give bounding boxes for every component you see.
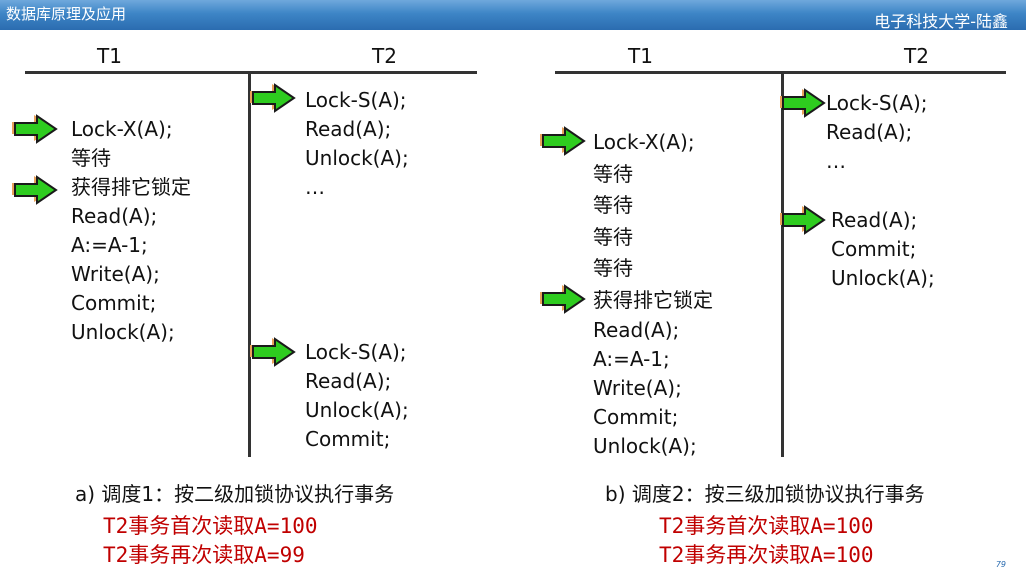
right-caption: b) 调度2：按三级加锁协议执行事务 bbox=[605, 482, 925, 506]
left-results: T2事务首次读取A=100 T2事务再次读取A=99 bbox=[103, 512, 318, 570]
code-line: Write(A); bbox=[593, 376, 682, 400]
code-line: Read(A); bbox=[305, 117, 392, 141]
code-line: 获得排它锁定 bbox=[71, 175, 191, 199]
code-line: Unlock(A); bbox=[831, 266, 935, 290]
code-line: Commit; bbox=[831, 237, 917, 261]
page-number: 79 bbox=[995, 560, 1006, 569]
code-line: Lock-X(A); bbox=[593, 130, 695, 154]
code-line: Write(A); bbox=[71, 262, 160, 286]
code-line: 等待 bbox=[593, 224, 633, 249]
course-title: 数据库原理及应用 bbox=[6, 5, 127, 23]
left-header-divider bbox=[25, 71, 477, 74]
code-line: Unlock(A); bbox=[71, 320, 175, 344]
right-t2-bottom-lines: Read(A); Commit; Unlock(A); bbox=[831, 206, 935, 293]
left-t1-lines: Lock-X(A); 等待 获得排它锁定 Read(A); A:=A-1; Wr… bbox=[71, 115, 191, 347]
code-line: Commit; bbox=[71, 291, 157, 315]
code-line: Lock-X(A); bbox=[71, 117, 173, 141]
arrow-icon bbox=[540, 284, 586, 314]
code-line: 等待 bbox=[593, 193, 633, 217]
code-line: Unlock(A); bbox=[593, 434, 697, 458]
arrow-icon bbox=[250, 337, 296, 367]
left-caption: a) 调度1：按二级加锁协议执行事务 bbox=[75, 482, 395, 506]
arrow-icon bbox=[12, 114, 58, 144]
code-line: Unlock(A); bbox=[305, 146, 409, 170]
code-line: 等待 bbox=[593, 256, 633, 280]
code-line: A:=A-1; bbox=[593, 347, 670, 371]
result-line: T2事务再次读取A=100 bbox=[659, 543, 874, 567]
right-t2-header: T2 bbox=[904, 44, 929, 68]
code-line: Read(A); bbox=[305, 369, 392, 393]
code-line: Commit; bbox=[305, 427, 391, 451]
code-line: A:=A-1; bbox=[71, 233, 148, 257]
result-line: T2事务再次读取A=99 bbox=[103, 543, 305, 567]
arrow-icon bbox=[780, 88, 826, 118]
result-line: T2事务首次读取A=100 bbox=[103, 514, 318, 538]
code-line: Lock-S(A); bbox=[305, 340, 407, 364]
arrow-icon bbox=[780, 205, 826, 235]
right-t2-top-lines: Lock-S(A); Read(A); … bbox=[826, 89, 928, 176]
author-label: 电子科技大学-陆鑫 bbox=[874, 12, 1008, 31]
left-t1-header: T1 bbox=[97, 44, 122, 68]
code-line: Read(A); bbox=[826, 120, 913, 144]
arrow-icon bbox=[540, 126, 586, 156]
header-bar: 数据库原理及应用 电子科技大学-陆鑫 bbox=[0, 0, 1026, 31]
left-t2-top-lines: Lock-S(A); Read(A); Unlock(A); … bbox=[305, 86, 409, 202]
code-line: Read(A); bbox=[593, 318, 680, 342]
code-line: Read(A); bbox=[831, 208, 918, 232]
code-line: Lock-S(A); bbox=[826, 91, 928, 115]
code-line: Lock-S(A); bbox=[305, 88, 407, 112]
right-results: T2事务首次读取A=100 T2事务再次读取A=100 bbox=[659, 512, 874, 570]
code-line: 获得排它锁定 bbox=[593, 287, 713, 312]
code-line: 等待 bbox=[71, 146, 111, 170]
code-line: … bbox=[826, 149, 846, 173]
right-column-divider bbox=[781, 71, 784, 457]
code-line: 等待 bbox=[593, 161, 633, 186]
left-column-divider bbox=[248, 71, 251, 457]
left-t2-header: T2 bbox=[372, 44, 397, 68]
result-line: T2事务首次读取A=100 bbox=[659, 514, 874, 538]
code-line: … bbox=[305, 175, 325, 199]
arrow-icon bbox=[250, 83, 296, 113]
right-t1-lines: Lock-X(A); 等待 等待 等待 等待 获得排它锁定 Read(A); A… bbox=[593, 127, 713, 461]
arrow-icon bbox=[12, 175, 58, 205]
code-line: Read(A); bbox=[71, 204, 158, 228]
code-line: Unlock(A); bbox=[305, 398, 409, 422]
code-line: Commit; bbox=[593, 405, 679, 429]
right-t1-header: T1 bbox=[628, 44, 653, 68]
left-t2-bottom-lines: Lock-S(A); Read(A); Unlock(A); Commit; bbox=[305, 338, 409, 454]
